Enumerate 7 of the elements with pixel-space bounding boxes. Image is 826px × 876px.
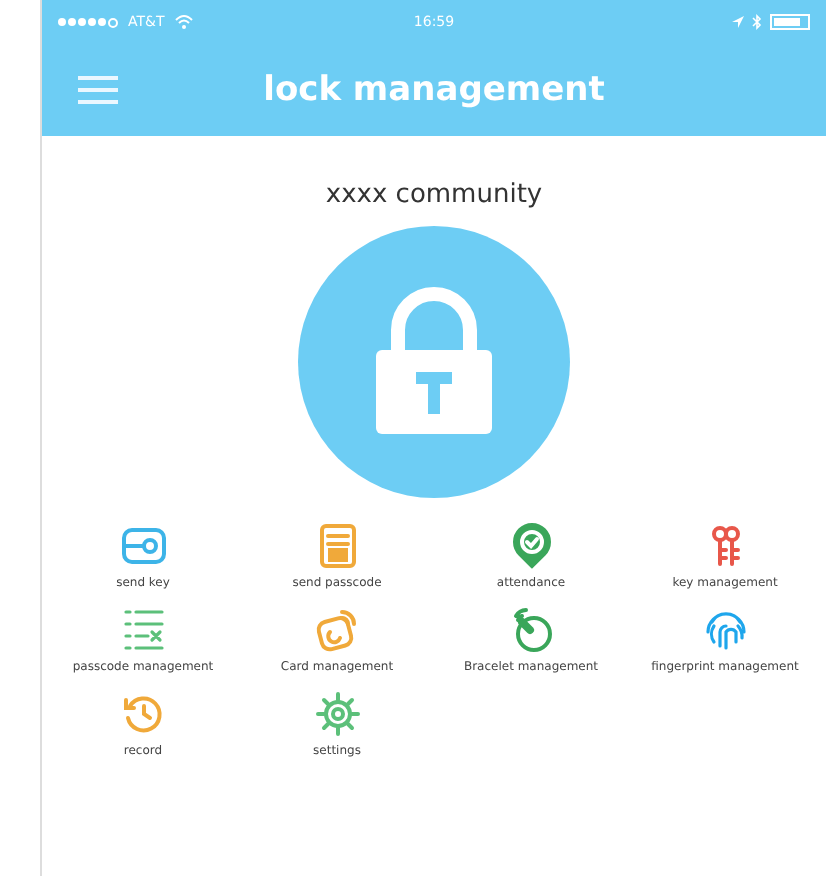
- battery-icon: [770, 14, 810, 30]
- screen-title: lock management: [261, 70, 607, 110]
- signal-icon: [58, 17, 118, 27]
- wifi-icon: [174, 14, 195, 30]
- location-icon: [732, 15, 744, 29]
- bluetooth-icon: [752, 14, 762, 30]
- community-name: xxxx community: [323, 180, 545, 210]
